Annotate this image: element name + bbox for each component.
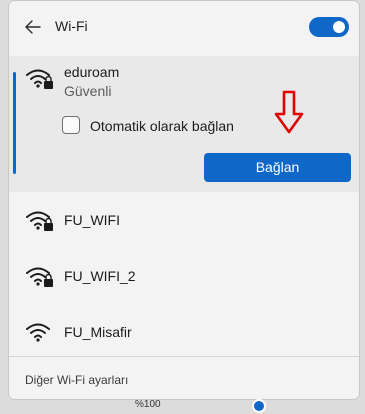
wifi-toggle[interactable] xyxy=(309,17,349,37)
network-name: FU_WIFI_2 xyxy=(64,268,136,284)
auto-connect-label[interactable]: Otomatik olarak bağlan xyxy=(90,118,234,134)
wifi-flyout: Wi-Fi eduroam Güvenli Otomatik olarak ba… xyxy=(8,0,360,400)
wifi-header: Wi-Fi xyxy=(9,1,359,55)
page-title: Wi-Fi xyxy=(55,18,88,34)
connect-button[interactable]: Bağlan xyxy=(204,153,351,182)
network-name: FU_WIFI xyxy=(64,212,120,228)
wifi-secured-icon xyxy=(26,69,53,89)
network-item[interactable]: FU_Misafir xyxy=(9,304,359,360)
network-item[interactable]: FU_WIFI xyxy=(9,192,359,248)
wifi-secured-icon xyxy=(26,267,53,287)
network-name: FU_Misafir xyxy=(64,324,132,340)
auto-connect-checkbox[interactable] xyxy=(62,116,80,134)
volume-percent: %100 xyxy=(135,399,161,410)
more-wifi-settings-link[interactable]: Diğer Wi-Fi ayarları xyxy=(25,373,128,387)
network-item-expanded[interactable]: eduroam Güvenli Otomatik olarak bağlan B… xyxy=(9,56,359,192)
network-status: Güvenli xyxy=(64,83,112,99)
back-arrow-icon xyxy=(25,20,41,34)
taskbar-strip xyxy=(0,400,365,414)
network-name: eduroam xyxy=(64,64,120,80)
wifi-secured-icon xyxy=(26,211,53,231)
wifi-icon xyxy=(26,323,50,342)
network-item[interactable]: FU_WIFI_2 xyxy=(9,248,359,304)
toggle-knob xyxy=(333,21,345,33)
selection-indicator xyxy=(13,72,16,174)
red-down-arrow-annotation xyxy=(274,90,304,134)
volume-slider-thumb[interactable] xyxy=(254,401,264,411)
back-button[interactable] xyxy=(21,15,45,39)
flyout-footer: Diğer Wi-Fi ayarları xyxy=(9,356,359,399)
